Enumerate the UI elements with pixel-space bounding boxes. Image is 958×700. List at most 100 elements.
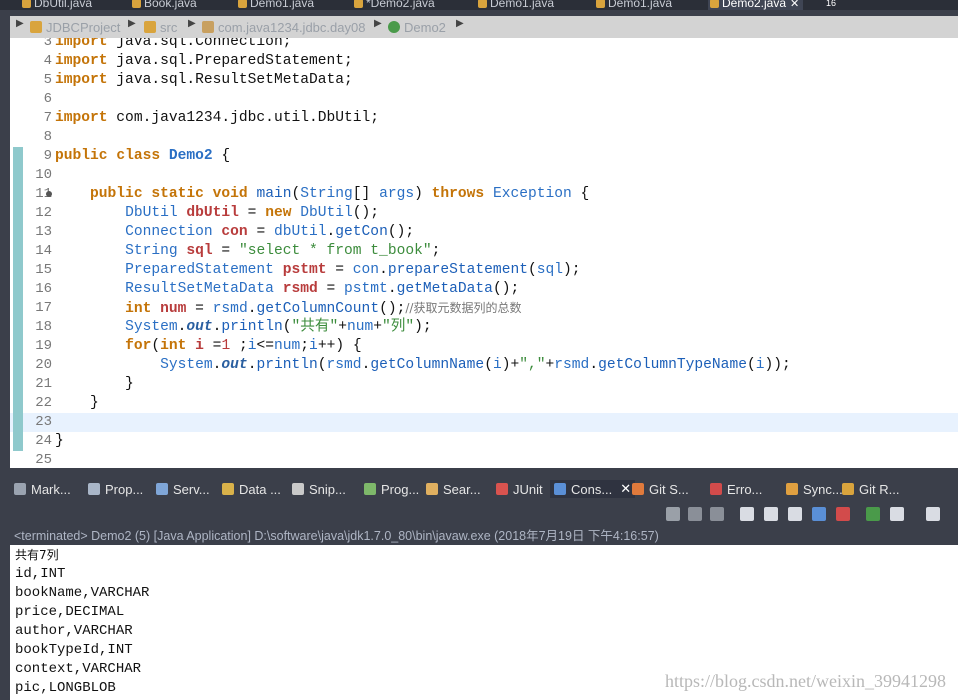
code-token: +: [338, 319, 347, 335]
word-wrap-icon[interactable]: [764, 507, 778, 521]
code-line[interactable]: 7 import com.java1234.jdbc.util.DbUtil;: [10, 109, 958, 128]
editor-tab-demo1-c[interactable]: Demo1.java: [594, 0, 672, 10]
package-icon: [202, 21, 214, 33]
scroll-lock-icon[interactable]: [740, 507, 754, 521]
code-line[interactable]: 14 String sql = "select * from t_book";: [10, 242, 958, 261]
code-token: Demo2: [168, 148, 213, 164]
code-token: args: [379, 186, 415, 202]
view-tab-error-log[interactable]: Erro...: [710, 480, 762, 498]
editor-tab-demo1-b[interactable]: Demo1.java: [476, 0, 554, 10]
code-token: String: [300, 186, 353, 202]
line-number: 8: [43, 129, 52, 145]
code-token: class: [116, 148, 161, 164]
view-tab-console[interactable]: Cons... ✕: [550, 480, 636, 498]
code-text: PreparedStatement pstmt = con.prepareSta…: [55, 261, 580, 280]
breadcrumb-package[interactable]: com.java1234.jdbc.day08: [202, 18, 365, 36]
code-line[interactable]: 17 int num = rsmd.getColumnCount();//获取元…: [10, 299, 958, 318]
view-tab-servers[interactable]: Serv...: [156, 480, 210, 498]
code-token: ResultSetMetaData: [125, 281, 274, 297]
change-marker: [13, 432, 23, 451]
code-line[interactable]: 19 for(int i =1 ;i<=num;i++) {: [10, 337, 958, 356]
code-line[interactable]: 3 import java.sql.Connection;: [10, 38, 958, 52]
code-line[interactable]: 24}: [10, 432, 958, 451]
code-line[interactable]: 25: [10, 451, 958, 468]
view-tab-snippets[interactable]: Snip...: [292, 480, 346, 498]
code-line[interactable]: 9 public class Demo2 {: [10, 147, 958, 166]
markers-icon: [14, 483, 26, 495]
display-console-icon[interactable]: [836, 507, 850, 521]
source-folder-icon: [144, 21, 156, 33]
view-tab-data-source[interactable]: Data ...: [222, 480, 281, 498]
synchronize-icon: [786, 483, 798, 495]
tab-overflow-count[interactable]: 16: [826, 0, 837, 8]
code-token: rsmd: [282, 281, 318, 297]
code-token: import: [55, 110, 108, 126]
breadcrumb-src[interactable]: src: [144, 18, 177, 36]
code-token: =: [203, 338, 222, 354]
editor-tab-book[interactable]: Book.java: [130, 0, 197, 10]
view-tab-junit[interactable]: JUnit: [496, 480, 543, 498]
fold-toggle-icon[interactable]: [46, 191, 52, 197]
view-tab-markers[interactable]: Mark...: [14, 480, 71, 498]
code-line[interactable]: 21 }: [10, 375, 958, 394]
code-token: PreparedStatement: [125, 262, 274, 278]
code-line[interactable]: 18 System.out.println("共有"+num+"列");: [10, 318, 958, 337]
view-tab-search[interactable]: Sear...: [426, 480, 481, 498]
view-tab-label: Sync...: [803, 481, 843, 497]
code-line[interactable]: 5 import java.sql.ResultSetMetaData;: [10, 71, 958, 90]
editor-tab-demo2-active[interactable]: Demo2.java ✕: [708, 0, 804, 10]
code-line[interactable]: 15 PreparedStatement pstmt = con.prepare…: [10, 261, 958, 280]
code-line[interactable]: 6: [10, 90, 958, 109]
close-icon[interactable]: ✕: [620, 481, 631, 497]
show-on-stdout-icon[interactable]: [788, 507, 802, 521]
code-token: }: [55, 433, 64, 449]
code-token: sql: [536, 262, 564, 278]
terminate-icon[interactable]: [666, 507, 680, 521]
progress-icon: [364, 483, 376, 495]
close-icon[interactable]: ✕: [790, 0, 799, 10]
code-line[interactable]: 8: [10, 128, 958, 147]
editor-tab-demo1[interactable]: Demo1.java: [236, 0, 314, 10]
pin-console-icon[interactable]: [812, 507, 826, 521]
code-line[interactable]: 16 ResultSetMetaData rsmd = pstmt.getMet…: [10, 280, 958, 299]
code-token: {: [212, 148, 231, 164]
code-token: i: [755, 357, 765, 373]
code-line[interactable]: 23: [10, 413, 958, 432]
change-marker: [13, 337, 23, 356]
code-token: //获取元数据列的总数: [405, 301, 522, 315]
project-icon: [30, 21, 42, 33]
code-line[interactable]: 22 }: [10, 394, 958, 413]
code-line[interactable]: 11 public static void main(String[] args…: [10, 185, 958, 204]
view-tab-properties[interactable]: Prop...: [88, 480, 143, 498]
change-marker: [13, 242, 23, 261]
view-tab-progress[interactable]: Prog...: [364, 480, 419, 498]
code-editor[interactable]: 3 import java.sql.Connection; 4 import java…: [10, 38, 958, 468]
code-line[interactable]: 20 System.out.println(rsmd.getColumnName…: [10, 356, 958, 375]
code-line[interactable]: 12 DbUtil dbUtil = new DbUtil();: [10, 204, 958, 223]
view-tab-synchronize[interactable]: Sync...: [786, 480, 843, 498]
new-console-icon[interactable]: [926, 507, 940, 521]
git-staging-icon: [632, 483, 644, 495]
remove-all-terminated-icon[interactable]: [710, 507, 724, 521]
code-line[interactable]: 4 import java.sql.PreparedStatement;: [10, 52, 958, 71]
editor-tab-demo2-dirty[interactable]: *Demo2.java: [352, 0, 435, 10]
breadcrumb-class[interactable]: Demo2: [388, 18, 446, 36]
console-line: price,DECIMAL: [15, 604, 125, 620]
open-console-icon[interactable]: [866, 507, 880, 521]
remove-launch-icon[interactable]: [688, 507, 702, 521]
view-tab-git-staging[interactable]: Git S...: [632, 480, 689, 498]
code-line[interactable]: 10: [10, 166, 958, 185]
editor-tab-dbutil[interactable]: DbUtil.java: [20, 0, 92, 10]
view-tab-git-repositories[interactable]: Git R...: [842, 480, 899, 498]
view-menu-icon[interactable]: [890, 507, 904, 521]
view-tab-label: Cons...: [571, 481, 613, 497]
console-output[interactable]: https://blog.csdn.net/weixin_39941298 共有…: [10, 545, 958, 700]
code-token: ): [414, 186, 432, 202]
breadcrumb-project[interactable]: JDBCProject: [30, 18, 120, 36]
code-line[interactable]: 13 Connection con = dbUtil.getCon();: [10, 223, 958, 242]
